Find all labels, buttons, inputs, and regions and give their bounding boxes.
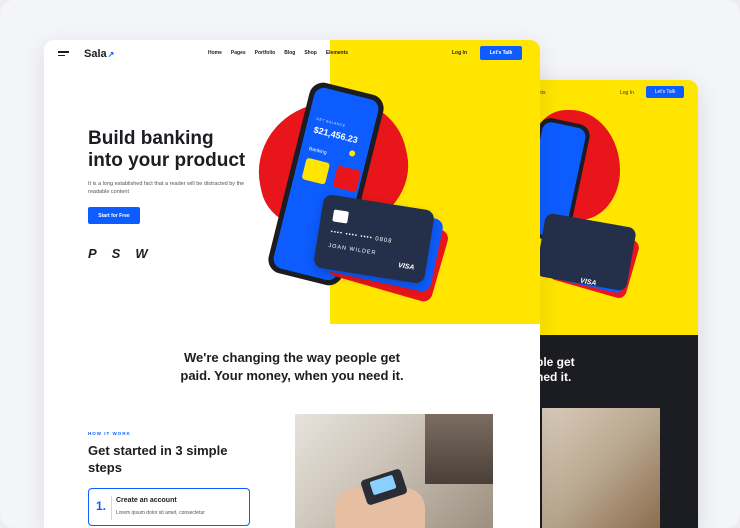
banking-section-label: Banking: [308, 145, 328, 157]
headline-line-2: into your product: [88, 150, 246, 171]
photo-shelf: [425, 414, 493, 484]
balance-amount: $21,456.23: [312, 124, 359, 146]
step-text: Lorem ipsum dolor sit amet, consectetur: [116, 510, 205, 516]
start-free-button[interactable]: Start for Free: [88, 207, 140, 224]
nav-home[interactable]: Home: [208, 50, 222, 56]
step-number: 1.: [96, 499, 107, 513]
step-card[interactable]: 1. Create an account Lorem ipsum dolor s…: [88, 488, 250, 526]
partner-logos: P S W: [88, 246, 148, 261]
menu-icon[interactable]: [58, 51, 69, 57]
card-brand: VISA: [397, 262, 415, 272]
how-title: Get started in 3 simple steps: [88, 443, 228, 475]
front-page-preview: Sala↗ Home Pages Portfolio Blog Shop Ele…: [44, 40, 540, 528]
back-tagline-2: ned it.: [536, 370, 572, 384]
nav-elements[interactable]: Elements: [326, 50, 348, 56]
step-title: Create an account: [116, 497, 177, 504]
payment-photo: [295, 414, 493, 528]
back-login-link[interactable]: Log In: [620, 90, 634, 96]
yellow-tile: [301, 157, 331, 185]
logo[interactable]: Sala↗: [84, 48, 114, 60]
chip-icon: [332, 209, 349, 224]
paypal-icon: P: [88, 246, 97, 261]
lets-talk-button[interactable]: Let's Talk: [480, 46, 522, 60]
nav-shop[interactable]: Shop: [304, 50, 317, 56]
card-number: •••• •••• •••• 0808: [330, 229, 393, 245]
step-divider: [111, 496, 112, 520]
back-talk-button[interactable]: Let's Talk: [646, 86, 684, 98]
nav-portfolio[interactable]: Portfolio: [255, 50, 276, 56]
back-tagline-1: ple get: [536, 355, 575, 369]
red-tile: [332, 165, 362, 193]
back-photo: [542, 408, 660, 528]
tagline: We're changing the way people get paid. …: [44, 349, 540, 385]
preview-frame: ents Log In Let's Talk VISA ple get ned …: [0, 0, 740, 528]
how-label: HOW IT WORK: [88, 431, 131, 436]
hero-subtext: It is a long established fact that a rea…: [88, 181, 245, 195]
skrill-icon: S: [111, 246, 121, 261]
card-holder: JOAN WILDER: [327, 242, 377, 257]
nav-blog[interactable]: Blog: [284, 50, 295, 56]
wise-icon: W: [135, 246, 148, 261]
login-link[interactable]: Log In: [452, 50, 467, 56]
headline-line-1: Build banking: [88, 128, 214, 149]
logo-text: Sala: [84, 48, 107, 60]
nav-pages[interactable]: Pages: [231, 50, 246, 56]
arrow-up-right-icon: ↗: [107, 50, 115, 59]
tagline-line-1: We're changing the way people get: [184, 350, 400, 365]
tagline-line-2: paid. Your money, when you need it.: [180, 368, 404, 383]
main-nav: Home Pages Portfolio Blog Shop Elements: [208, 50, 348, 56]
status-dot: [348, 149, 356, 158]
